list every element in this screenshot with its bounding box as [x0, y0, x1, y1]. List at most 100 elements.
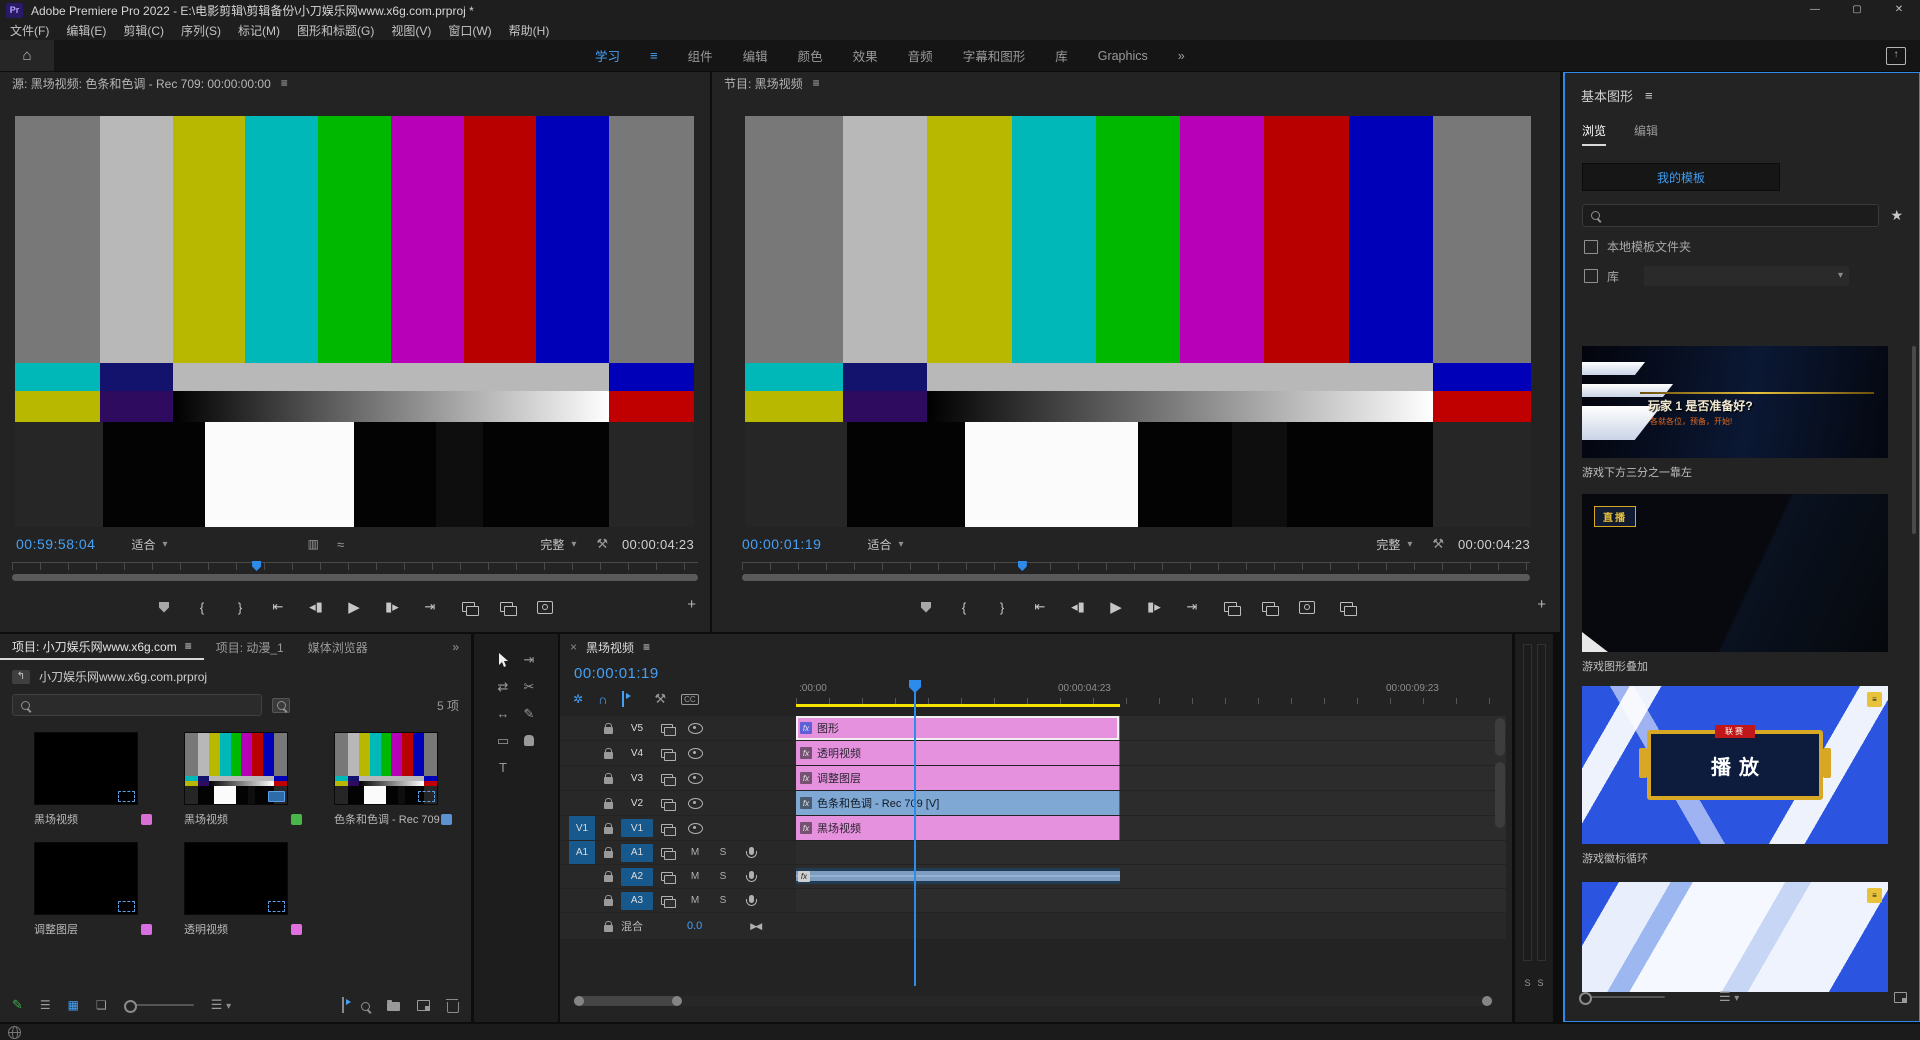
track-lane-a2[interactable]: fx — [796, 865, 1506, 888]
list-item[interactable]: ≡ 联赛 播放 游戏徽标循环 — [1582, 686, 1888, 872]
razor-tool[interactable]: ✂ — [516, 673, 542, 700]
solo-right-button[interactable]: S — [1538, 978, 1544, 988]
thumbnail-zoom-slider[interactable] — [124, 1004, 194, 1006]
template-thumbnail-logo-loop[interactable]: ≡ 联赛 播放 — [1582, 686, 1888, 844]
zoom-handle[interactable] — [1482, 996, 1492, 1006]
close-button[interactable]: ✕ — [1878, 0, 1920, 20]
program-goto-in-button[interactable]: ⇤ — [1033, 599, 1047, 615]
workspace-tab-effects[interactable]: 效果 — [853, 46, 878, 65]
fx-badge[interactable]: fx — [798, 871, 810, 882]
track-lock-toggle[interactable] — [595, 723, 621, 734]
program-panel-menu-icon[interactable]: ≡ — [813, 76, 820, 90]
timeline-tab-label[interactable]: 黑场视频 — [586, 639, 634, 656]
label-color-chip[interactable] — [141, 924, 152, 935]
menu-window[interactable]: 窗口(W) — [448, 22, 491, 39]
source-export-frame-button[interactable] — [537, 601, 553, 614]
timeline-horizontal-scrollbar[interactable] — [572, 996, 1494, 1006]
solo-left-button[interactable]: S — [1524, 978, 1530, 988]
clip-bars-and-tone-audio[interactable]: fx — [796, 868, 1120, 884]
source-settings-wrench-icon[interactable]: ⚒ — [596, 536, 608, 552]
track-lane-v5[interactable]: fx 图形 — [796, 716, 1506, 740]
program-extract-button[interactable] — [1261, 602, 1275, 612]
program-timecode[interactable]: 00:00:01:19 — [742, 536, 821, 552]
program-lift-button[interactable] — [1223, 602, 1237, 612]
project-writable-pen-icon[interactable]: ✎ — [12, 997, 23, 1013]
rectangle-tool[interactable]: ▭ — [490, 727, 516, 754]
list-item[interactable]: 直播 游戏图形叠加 — [1582, 494, 1888, 680]
voiceover-record-button[interactable] — [737, 871, 765, 883]
list-item[interactable]: 透明视频 — [184, 842, 334, 952]
track-lock-toggle[interactable] — [595, 847, 621, 858]
my-templates-button[interactable]: 我的模板 — [1582, 163, 1780, 191]
source-scrub-area[interactable] — [12, 562, 698, 584]
menu-view[interactable]: 视图(V) — [391, 22, 431, 39]
freeform-view-button[interactable]: ❏ — [96, 998, 107, 1012]
sync-lock-toggle[interactable] — [653, 799, 681, 808]
template-sort-button[interactable]: ☰ ▾ — [1719, 989, 1739, 1005]
item-thumbnail-black-video[interactable] — [34, 732, 138, 805]
sync-lock-toggle[interactable] — [653, 749, 681, 758]
quick-export-icon[interactable]: ↑ — [1886, 47, 1906, 65]
pen-tool[interactable]: ✎ — [516, 700, 542, 727]
maximize-button[interactable]: ▢ — [1836, 0, 1878, 20]
program-zoom-select[interactable]: 适合 ▾ — [867, 536, 903, 553]
timeline-tab-close-icon[interactable]: × — [570, 640, 577, 654]
program-video-viewport[interactable] — [745, 116, 1531, 527]
track-name-v2[interactable]: V2 — [621, 794, 653, 812]
track-lane-a1[interactable] — [796, 841, 1506, 864]
clear-button[interactable] — [447, 1002, 459, 1013]
menu-markers[interactable]: 标记(M) — [238, 22, 280, 39]
track-name-v5[interactable]: V5 — [621, 719, 653, 737]
find-button[interactable] — [361, 1002, 370, 1011]
source-zoom-scrollbar[interactable] — [12, 574, 698, 581]
track-name-v1[interactable]: V1 — [621, 819, 653, 837]
source-overwrite-button[interactable] — [499, 602, 513, 612]
source-panel-menu-icon[interactable]: ≡ — [281, 76, 288, 90]
track-output-toggle[interactable] — [681, 748, 709, 759]
source-add-marker-button[interactable] — [157, 602, 171, 613]
program-goto-out-button[interactable]: ⇥ — [1185, 599, 1199, 615]
ripple-edit-tool[interactable]: ⇄ — [490, 673, 516, 700]
menu-file[interactable]: 文件(F) — [10, 22, 49, 39]
source-patch-a1[interactable]: A1 — [569, 841, 595, 864]
clip-adjustment-layer[interactable]: fx 调整图层 — [796, 766, 1120, 790]
track-lane-v4[interactable]: fx 透明视频 — [796, 741, 1506, 765]
program-zoom-scrollbar[interactable] — [742, 574, 1530, 581]
solo-toggle[interactable]: S — [709, 871, 737, 882]
track-name-a1[interactable]: A1 — [621, 844, 653, 862]
tab-project-main[interactable]: 项目: 小刀娱乐网www.x6g.com ≡ — [0, 634, 204, 660]
timeline-timecode[interactable]: 00:00:01:19 — [574, 665, 659, 682]
menu-graphics[interactable]: 图形和标题(G) — [297, 22, 374, 39]
fx-badge[interactable]: fx — [800, 747, 812, 759]
home-button[interactable]: ⌂ — [0, 40, 54, 71]
track-output-toggle[interactable] — [681, 723, 709, 734]
sync-lock-toggle[interactable] — [653, 824, 681, 833]
track-lock-toggle[interactable] — [595, 871, 621, 882]
panel-overflow-icon[interactable]: » — [440, 634, 471, 660]
source-mark-out-button[interactable]: } — [233, 600, 247, 615]
label-color-chip[interactable] — [291, 924, 302, 935]
track-name-v3[interactable]: V3 — [621, 769, 653, 787]
source-play-button[interactable]: ▶ — [347, 598, 361, 616]
tab-browse[interactable]: 浏览 — [1582, 122, 1606, 146]
workspace-tab-assembly[interactable]: 组件 — [688, 46, 713, 65]
menu-clip[interactable]: 剪辑(C) — [123, 22, 164, 39]
find-in-project-icon[interactable] — [272, 698, 290, 713]
navigate-up-icon[interactable]: ↰ — [12, 670, 30, 684]
timeline-playhead[interactable] — [914, 680, 916, 986]
voiceover-record-button[interactable] — [737, 895, 765, 907]
workspace-tab-menu-icon[interactable]: ≡ — [650, 48, 658, 63]
project-search-input[interactable] — [37, 697, 253, 713]
clip-black-video[interactable]: fx 黑场视频 — [796, 816, 1120, 840]
sync-lock-toggle[interactable] — [653, 774, 681, 783]
track-name-a2[interactable]: A2 — [621, 868, 653, 886]
track-lane-a3[interactable] — [796, 889, 1506, 912]
list-view-button[interactable]: ☰ — [40, 998, 51, 1012]
slip-tool[interactable]: ↔ — [490, 700, 516, 727]
list-item[interactable]: 黑场视频 — [34, 732, 184, 842]
minimize-button[interactable]: — — [1794, 0, 1836, 20]
video-tracks-scrollbar[interactable] — [1495, 718, 1505, 756]
source-video-viewport[interactable] — [15, 116, 694, 527]
tab-project-anime[interactable]: 项目: 动漫_1 — [204, 634, 296, 660]
source-button-editor-plus[interactable]: + — [687, 596, 696, 613]
